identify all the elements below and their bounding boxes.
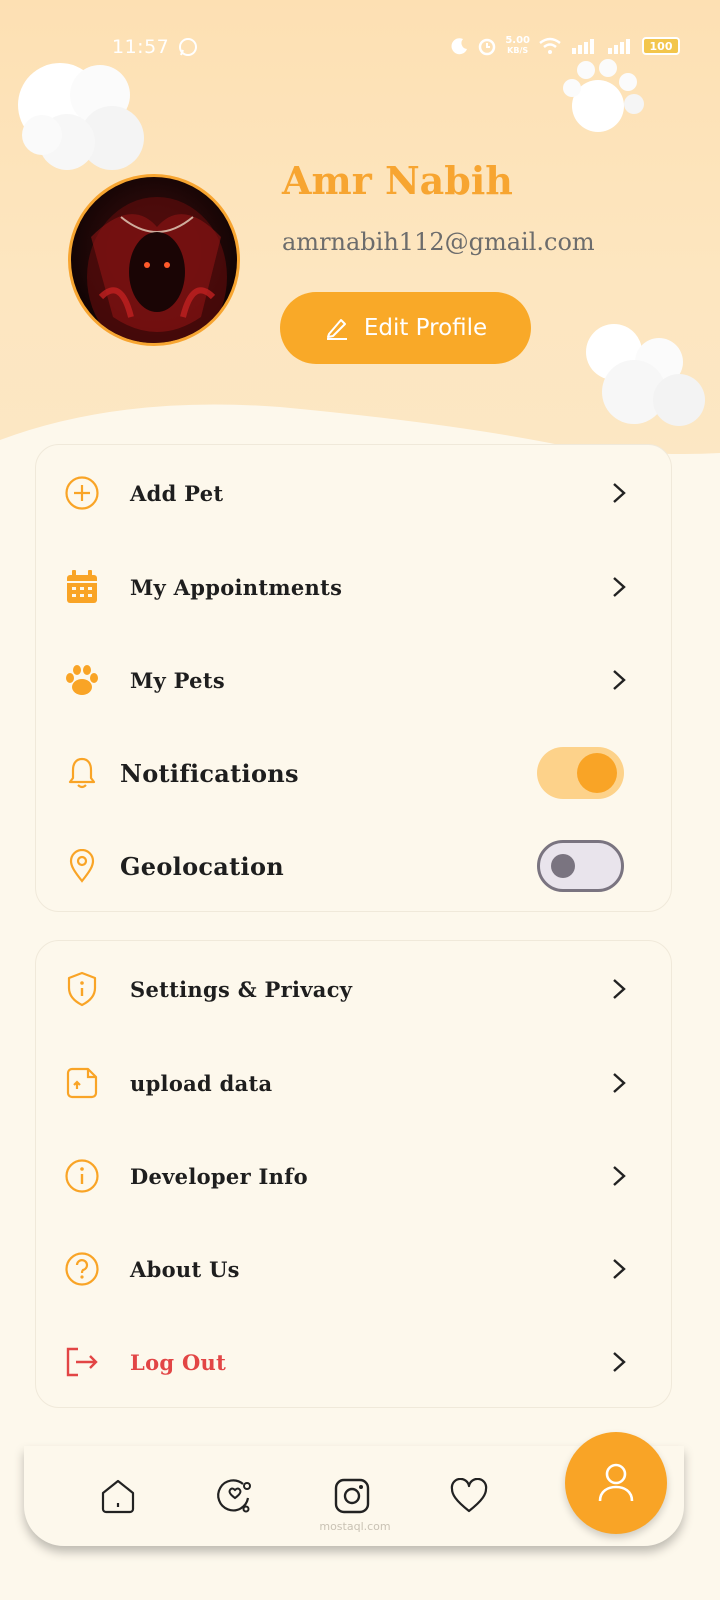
chevron-right-icon [613, 483, 626, 503]
edit-profile-button[interactable]: Edit Profile [280, 292, 531, 364]
status-bar: 11:57 5.00 KB/S 100 [0, 30, 720, 66]
paw-decoration [563, 59, 644, 132]
menu-item-label: My Pets [130, 667, 225, 693]
menu-item-my-appointments[interactable]: My Appointments [36, 552, 671, 622]
user-email: amrnabih112@gmail.com [282, 228, 595, 256]
home-icon [101, 1479, 135, 1514]
nav-profile-button[interactable] [565, 1432, 667, 1534]
menu-item-label: Settings & Privacy [130, 976, 353, 1002]
account-menu-card: Add Pet My Appointments My Pets Notifica… [35, 444, 672, 912]
geolocation-toggle[interactable] [537, 840, 624, 892]
logout-icon [66, 1347, 98, 1377]
status-time: 11:57 [112, 36, 170, 58]
edit-profile-label: Edit Profile [363, 315, 488, 341]
question-icon [65, 1252, 99, 1286]
nav-instagram[interactable] [330, 1474, 374, 1518]
menu-item-about-us[interactable]: About Us [36, 1234, 671, 1304]
toggle-label: Geolocation [120, 851, 285, 881]
bell-icon [68, 757, 96, 789]
wifi-icon [539, 37, 561, 54]
menu-item-label: Add Pet [130, 480, 224, 506]
signal-icon [608, 39, 630, 54]
whatsapp-icon [179, 38, 197, 56]
menu-item-upload-data[interactable]: upload data [36, 1048, 671, 1118]
toggle-row-notifications: Notifications [36, 738, 671, 808]
upload-file-icon [66, 1067, 98, 1099]
cloud-decoration [18, 63, 144, 170]
menu-item-log-out[interactable]: Log Out [36, 1327, 671, 1397]
menu-item-label: My Appointments [130, 574, 343, 600]
toggle-label: Notifications [120, 758, 299, 788]
notifications-toggle[interactable] [537, 747, 624, 799]
chevron-right-icon [613, 1073, 626, 1093]
toggle-knob [551, 854, 575, 878]
chevron-right-icon [613, 1259, 626, 1279]
menu-item-developer-info[interactable]: Developer Info [36, 1141, 671, 1211]
location-pin-icon [69, 849, 95, 883]
menu-item-label: Developer Info [130, 1163, 308, 1189]
heart-icon [450, 1478, 488, 1513]
menu-item-label: Log Out [130, 1349, 227, 1375]
menu-item-label: About Us [130, 1256, 240, 1282]
calendar-icon [67, 570, 97, 603]
nav-home[interactable] [96, 1474, 140, 1518]
chevron-right-icon [613, 670, 626, 690]
battery-icon: 100 [642, 37, 680, 55]
paw-icon [66, 665, 98, 695]
settings-menu-card: Settings & Privacy upload data Developer… [35, 940, 672, 1408]
toggle-row-geolocation: Geolocation [36, 831, 671, 901]
menu-item-settings-privacy[interactable]: Settings & Privacy [36, 954, 671, 1024]
chevron-right-icon [613, 1352, 626, 1372]
profile-icon [598, 1463, 634, 1502]
alarm-icon [479, 38, 496, 56]
user-name: Amr Nabih [282, 158, 513, 203]
profile-header: 11:57 5.00 KB/S 100 Amr Nabih amrnabih11… [0, 0, 720, 470]
menu-item-add-pet[interactable]: Add Pet [36, 458, 671, 528]
discover-icon [217, 1479, 251, 1513]
toggle-knob [577, 753, 617, 793]
chevron-right-icon [613, 1166, 626, 1186]
menu-item-my-pets[interactable]: My Pets [36, 645, 671, 715]
instagram-icon [334, 1478, 370, 1514]
watermark: mostaql.com [319, 1520, 391, 1533]
chevron-right-icon [613, 577, 626, 597]
info-icon [65, 1159, 99, 1193]
menu-item-label: upload data [130, 1070, 273, 1096]
nav-favorites[interactable] [447, 1474, 491, 1518]
avatar[interactable] [68, 174, 240, 346]
moon-icon [451, 38, 468, 55]
nav-discover[interactable] [213, 1474, 257, 1518]
chevron-right-icon [613, 979, 626, 999]
pencil-icon [326, 319, 347, 340]
add-circle-icon [65, 476, 99, 510]
signal-icon [572, 39, 594, 54]
shield-info-icon [67, 971, 97, 1007]
network-speed-unit: KB/S [507, 46, 529, 55]
network-speed-value: 5.00 [505, 35, 530, 46]
